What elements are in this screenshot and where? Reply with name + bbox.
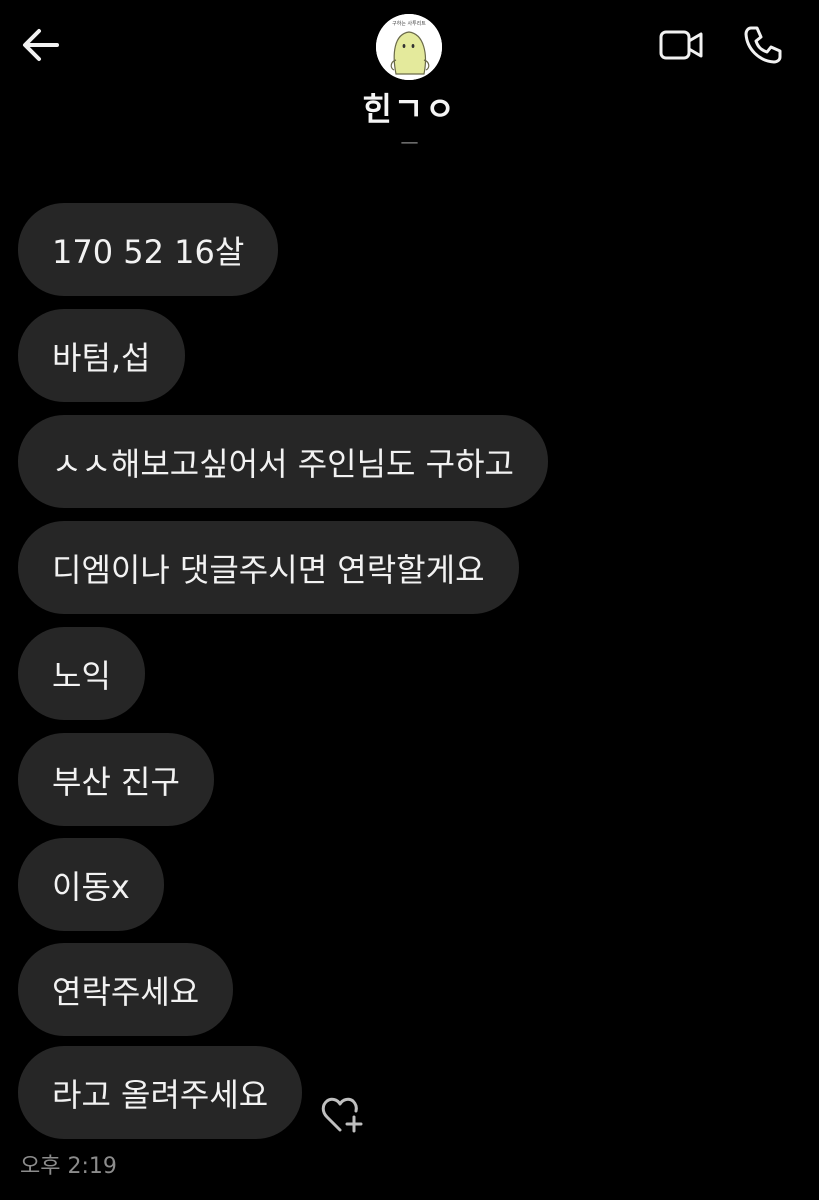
message-bubble[interactable]: 연락주세요 [18,943,234,1036]
message-bubble[interactable]: 170 52 16살 [18,203,279,296]
conversation-header: 구하는 사투리트 힌ㄱㅇ — [0,0,819,180]
message-bubble[interactable]: 노익 [18,627,145,720]
message-bubble[interactable]: 라고 올려주세요 [18,1046,303,1139]
contact-name[interactable]: 힌ㄱㅇ [0,84,819,130]
message-bubble[interactable]: 디엠이나 댓글주시면 연락할게요 [18,521,519,614]
phone-icon [744,26,782,64]
avatar[interactable]: 구하는 사투리트 [376,14,442,80]
message-bubble[interactable]: 바텀,섭 [18,309,185,402]
video-camera-icon [659,30,703,60]
video-call-button[interactable] [656,22,706,68]
heart-plus-icon [321,1097,363,1133]
avatar-badge-text: 구하는 사투리트 [392,21,426,27]
voice-call-button[interactable] [738,20,788,70]
arrow-left-icon [23,29,59,61]
contact-subtitle: — [400,132,419,153]
react-button[interactable] [318,1094,366,1136]
back-button[interactable] [18,22,64,68]
message-bubble[interactable]: 부산 진구 [18,733,214,826]
message-bubble[interactable]: ㅅㅅ해보고싶어서 주인님도 구하고 [18,415,548,508]
message-timestamp: 오후 2:19 [20,1154,117,1179]
message-bubble[interactable]: 이동x [18,838,164,931]
